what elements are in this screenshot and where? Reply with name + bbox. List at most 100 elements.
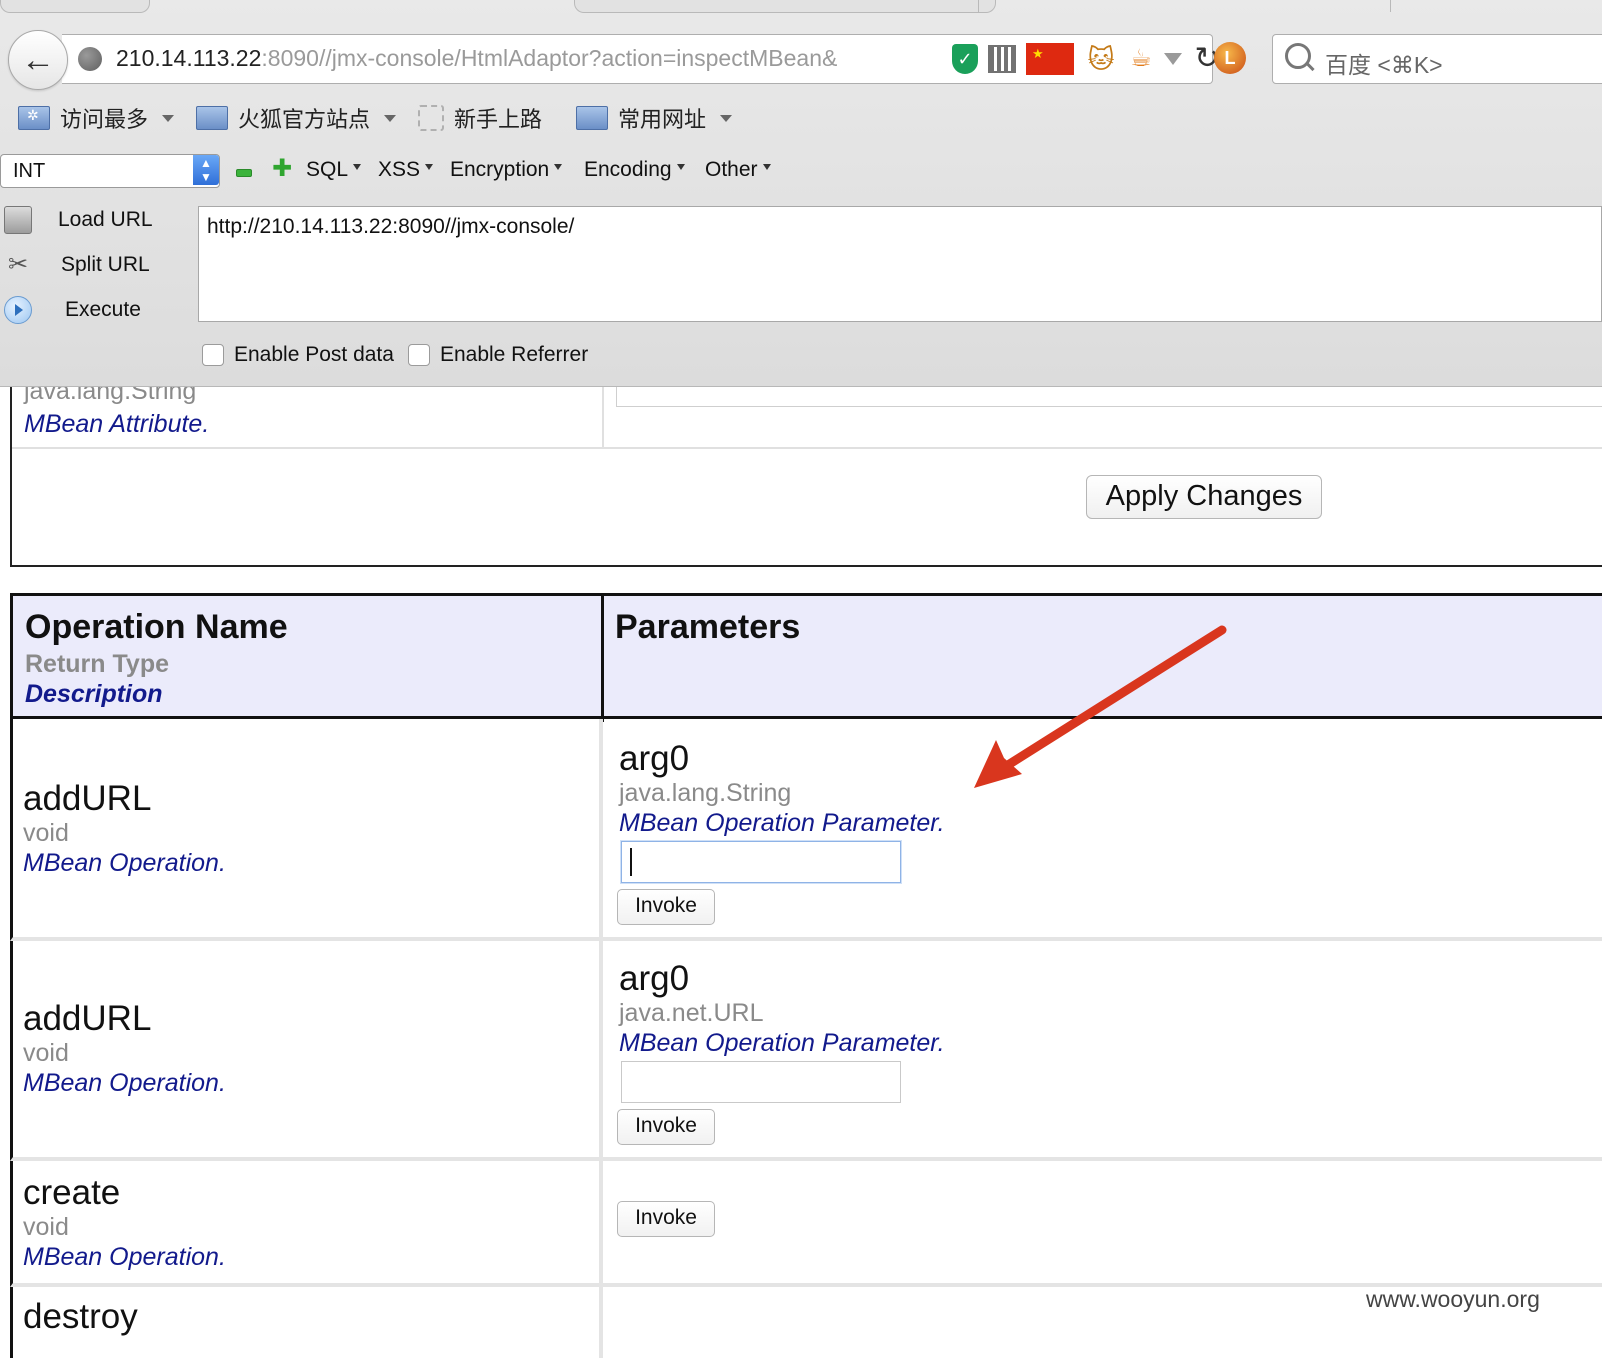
- url-text[interactable]: 210.14.113.22:8090//jmx-console/HtmlAdap…: [116, 45, 876, 72]
- parameter-input[interactable]: [621, 1061, 901, 1103]
- menu-xss[interactable]: XSS: [378, 158, 434, 182]
- navigation-bar: 210.14.113.22:8090//jmx-console/HtmlAdap…: [0, 24, 1602, 90]
- operation-row: addURL void MBean Operation. arg0 java.l…: [10, 719, 1602, 941]
- back-button[interactable]: ←: [8, 30, 68, 90]
- dropdown-icon: [425, 164, 434, 170]
- tomcat-icon[interactable]: 🐱: [1084, 44, 1118, 74]
- parameter-description: MBean Operation Parameter.: [619, 1029, 945, 1057]
- operation-name: create: [23, 1173, 121, 1212]
- menu-encoding[interactable]: Encoding: [584, 158, 685, 182]
- operation-description: MBean Operation.: [23, 1243, 226, 1271]
- hackbar-actions: Load URL ✂ Split URL Execute: [0, 200, 196, 338]
- column-divider: [599, 719, 603, 937]
- smart-folder-icon: [18, 106, 50, 130]
- blank-page-icon: [418, 105, 444, 131]
- scissors-icon: ✂: [7, 251, 29, 278]
- operation-description: MBean Operation.: [23, 1069, 226, 1097]
- header-description: Description: [25, 680, 163, 708]
- invoke-button[interactable]: Invoke: [617, 889, 715, 925]
- referrer-checkbox[interactable]: [407, 344, 430, 366]
- attribute-info: java.lang.String MBean Attribute.: [24, 387, 209, 439]
- operation-description: MBean Operation.: [23, 849, 226, 877]
- urlbar-icons: ✓ ★ 🐱 ☕ ↻: [952, 41, 1222, 77]
- chevron-down-icon: [162, 114, 175, 122]
- bookmark-common-sites[interactable]: 常用网址: [576, 102, 733, 134]
- menu-label: Encoding: [584, 158, 672, 181]
- operation-row: create void MBean Operation. Invoke: [10, 1161, 1602, 1287]
- attributes-table: java.lang.String MBean Attribute. Apply …: [10, 387, 1602, 567]
- play-icon: [4, 296, 32, 324]
- annotation-arrow: [974, 625, 1227, 788]
- url-dropdown-icon[interactable]: [1164, 53, 1182, 65]
- attribute-value-input[interactable]: [616, 387, 1602, 407]
- hackbar-url-textarea[interactable]: http://210.14.113.22:8090//jmx-console/: [198, 206, 1602, 322]
- header-operation-name: Operation Name: [25, 608, 288, 646]
- tab-separator: [978, 0, 979, 12]
- invoke-button[interactable]: Invoke: [617, 1109, 715, 1145]
- bookmarks-toolbar: 访问最多 火狐官方站点 新手上路 常用网址: [0, 96, 1602, 140]
- watermark-text: www.wooyun.org: [1366, 1286, 1540, 1312]
- tab-separator: [1390, 0, 1391, 12]
- arrow-shaft: [995, 625, 1227, 775]
- dropdown-icon: [762, 164, 771, 170]
- tab-left[interactable]: [0, 0, 150, 13]
- apply-changes-button[interactable]: Apply Changes: [1086, 475, 1322, 519]
- header-divider: [601, 596, 604, 722]
- split-url-label: Split URL: [61, 253, 150, 276]
- minus-icon[interactable]: [236, 169, 252, 177]
- column-divider: [599, 1161, 603, 1283]
- bookmark-most-visited[interactable]: 访问最多: [18, 102, 175, 134]
- tab-active[interactable]: [574, 0, 996, 13]
- bookmark-getting-started[interactable]: 新手上路: [418, 102, 542, 134]
- bookmark-label: 访问最多: [60, 107, 149, 132]
- menu-label: XSS: [378, 158, 421, 181]
- hackbar-type-select[interactable]: INT ▲ ▼: [0, 154, 220, 188]
- hackbar-toolbar: INT ▲ ▼ ✚ SQL XSS Encryption Encoding Oth…: [0, 150, 1602, 194]
- globe-icon: [78, 47, 102, 71]
- hackbar-options: Enable Post data Enable Referrer: [202, 340, 588, 370]
- plus-icon[interactable]: ✚: [272, 157, 292, 181]
- load-url-button[interactable]: Load URL: [0, 200, 196, 240]
- folder-icon: [576, 106, 608, 130]
- url-bar[interactable]: 210.14.113.22:8090//jmx-console/HtmlAdap…: [62, 34, 1220, 84]
- search-placeholder: 百度 <⌘K>: [1325, 52, 1443, 78]
- referrer-label: Enable Referrer: [439, 343, 589, 366]
- parameter-type: java.lang.String: [619, 779, 792, 807]
- search-bar[interactable]: 百度 <⌘K>: [1272, 34, 1602, 84]
- select-value: INT: [13, 160, 46, 182]
- menu-sql[interactable]: SQL: [306, 158, 362, 182]
- column-divider: [602, 387, 604, 447]
- url-path: :8090//jmx-console/HtmlAdaptor?action=in…: [261, 45, 838, 71]
- hackbar-url-value: http://210.14.113.22:8090//jmx-console/: [207, 215, 575, 238]
- split-url-button[interactable]: ✂ Split URL: [0, 245, 196, 285]
- menu-other[interactable]: Other: [705, 158, 771, 182]
- china-flag-icon[interactable]: ★: [1026, 43, 1074, 75]
- execute-button[interactable]: Execute: [0, 290, 196, 330]
- bookmark-label: 火狐官方站点: [238, 107, 371, 132]
- qr-code-icon[interactable]: [988, 45, 1016, 73]
- dropdown-icon: [676, 164, 685, 170]
- operation-name: addURL: [23, 779, 152, 818]
- addon-icon[interactable]: L: [1214, 42, 1246, 74]
- header-parameters: Parameters: [615, 608, 801, 646]
- menu-label: Encryption: [450, 158, 550, 181]
- attribute-description: MBean Attribute.: [24, 410, 210, 438]
- chevron-down-icon: [384, 114, 397, 122]
- operation-row: addURL void MBean Operation. arg0 java.n…: [10, 941, 1602, 1161]
- shield-icon[interactable]: ✓: [952, 44, 978, 74]
- bookmark-label: 常用网址: [618, 107, 707, 132]
- search-icon: [1285, 43, 1311, 69]
- operation-return-type: void: [23, 1213, 69, 1241]
- parameter-type: java.net.URL: [619, 999, 764, 1027]
- parameter-input[interactable]: [621, 841, 901, 883]
- dropdown-icon: [554, 164, 563, 170]
- execute-label: Execute: [65, 298, 141, 321]
- load-url-icon: [4, 206, 32, 234]
- post-data-checkbox[interactable]: [202, 344, 224, 366]
- menu-encryption[interactable]: Encryption: [450, 158, 563, 182]
- tab-strip: [0, 0, 1602, 14]
- invoke-button[interactable]: Invoke: [617, 1201, 715, 1237]
- bookmark-firefox-official[interactable]: 火狐官方站点: [196, 102, 397, 134]
- page-content: java.lang.String MBean Attribute. Apply …: [0, 387, 1602, 1358]
- java-icon[interactable]: ☕: [1128, 44, 1154, 74]
